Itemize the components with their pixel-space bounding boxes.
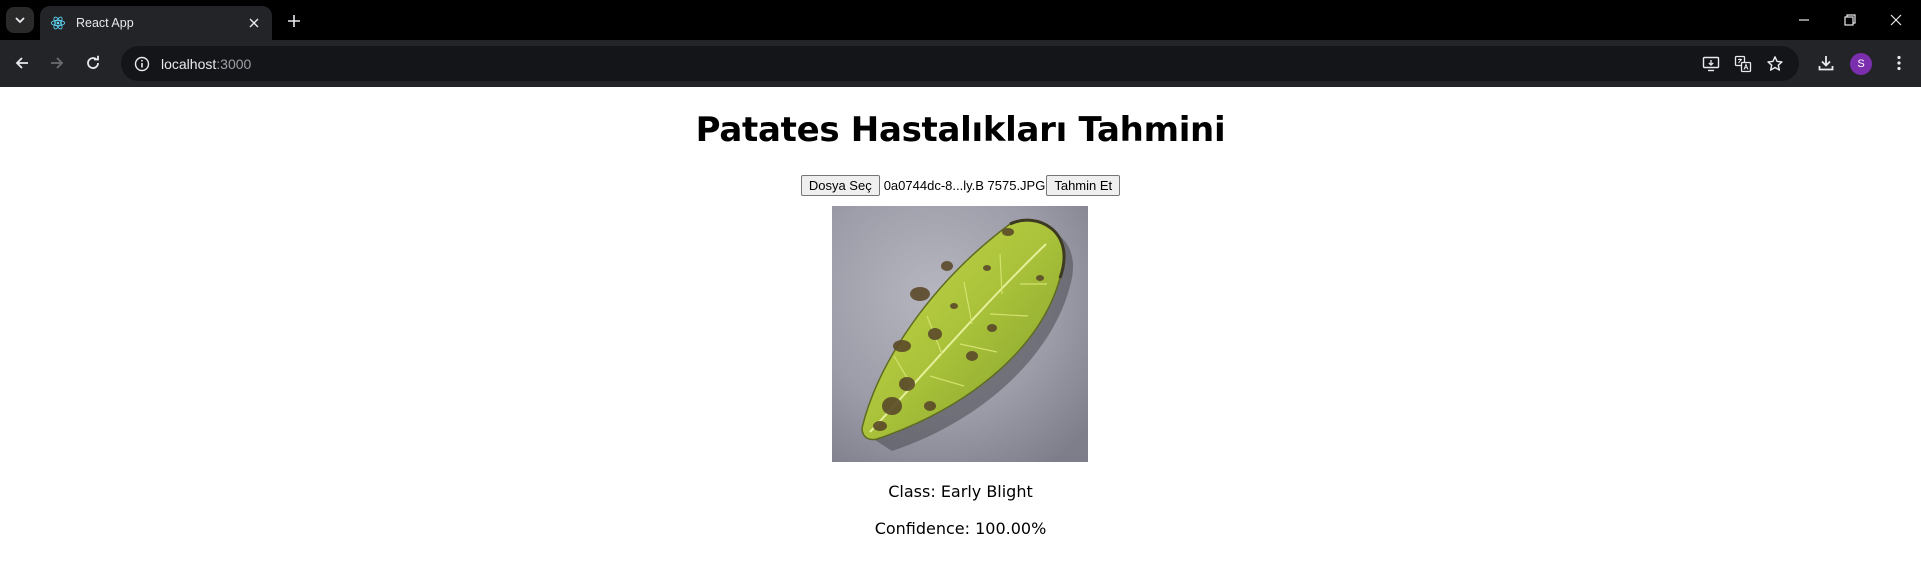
choose-file-button[interactable]: Dosya Seç (800, 175, 880, 196)
prediction-class: Class: Early Blight (888, 482, 1033, 501)
chevron-down-icon (15, 17, 25, 24)
tab-title: React App (76, 16, 134, 30)
download-icon (1818, 56, 1834, 71)
arrow-left-icon (15, 57, 28, 69)
restore-button[interactable] (1838, 8, 1862, 32)
page-title: Patates Hastalıkları Tahmini (695, 110, 1226, 150)
profile-avatar[interactable]: S (1850, 53, 1872, 75)
restore-icon (1844, 14, 1856, 26)
react-logo-icon (50, 16, 66, 30)
browser-toolbar: localhost:3000 S (0, 40, 1921, 87)
browser-menu-button[interactable] (1887, 51, 1911, 75)
tab-strip: React App (0, 0, 1921, 40)
tab-close-icon[interactable] (246, 15, 262, 31)
prediction-confidence: Confidence: 100.00% (874, 519, 1047, 538)
minimize-button[interactable] (1792, 8, 1816, 32)
bookmark-star-icon[interactable] (1763, 52, 1787, 76)
back-button[interactable] (10, 51, 34, 75)
reload-icon (87, 55, 99, 69)
close-window-button[interactable] (1884, 8, 1908, 32)
url-port: :3000 (216, 55, 252, 72)
minimize-icon (1799, 19, 1809, 21)
tab-search-button[interactable] (6, 7, 34, 33)
forward-button[interactable] (45, 51, 69, 75)
downloads-button[interactable] (1814, 51, 1838, 75)
selected-file-name: 0a0744dc-8...ly.B 7575.JPG (883, 178, 1046, 193)
new-tab-button[interactable] (282, 9, 306, 33)
reload-button[interactable] (81, 51, 105, 75)
url-text: localhost:3000 (161, 56, 251, 72)
translate-icon[interactable] (1731, 52, 1755, 76)
predict-button[interactable]: Tahmin Et (1046, 175, 1121, 196)
site-info-icon[interactable] (131, 53, 153, 75)
arrow-right-icon (51, 57, 64, 69)
install-app-icon[interactable] (1699, 52, 1723, 76)
more-vert-icon (1897, 55, 1901, 71)
address-bar[interactable]: localhost:3000 (121, 46, 1799, 81)
upload-form: Dosya Seç 0a0744dc-8...ly.B 7575.JPG Tah… (0, 175, 1921, 196)
page-content: Patates Hastalıkları Tahmini Dosya Seç 0… (0, 87, 1921, 566)
url-host: localhost (161, 55, 217, 72)
tab-react-app[interactable]: React App (40, 6, 272, 40)
plus-icon (288, 15, 300, 27)
uploaded-leaf-image (832, 206, 1088, 462)
close-icon (1890, 14, 1902, 26)
